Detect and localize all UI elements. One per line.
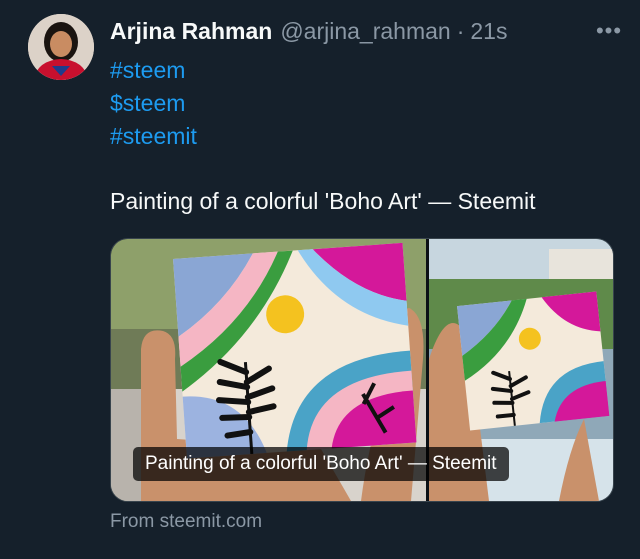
separator-dot: · — [456, 17, 465, 44]
card-caption: Painting of a colorful 'Boho Art' — Stee… — [133, 447, 509, 481]
tweet: Arjina Rahman @arjina_rahman · 21s ••• #… — [0, 0, 640, 559]
card-source-link[interactable]: From steemit.com — [110, 511, 262, 533]
hashtag-link[interactable]: #steemit — [110, 120, 197, 153]
avatar-image — [28, 14, 94, 80]
avatar[interactable] — [28, 14, 94, 80]
cashtag-link[interactable]: $steem — [110, 87, 197, 120]
link-card[interactable]: Painting of a colorful 'Boho Art' — Stee… — [110, 238, 614, 502]
more-horizontal-icon[interactable]: ••• — [592, 18, 626, 44]
author-handle[interactable]: @arjina_rahman — [280, 18, 450, 45]
tweet-text: Painting of a colorful 'Boho Art' — Stee… — [110, 188, 536, 214]
timestamp[interactable]: 21s — [470, 18, 507, 45]
tweet-header: Arjina Rahman @arjina_rahman · 21s — [110, 16, 620, 46]
author-name[interactable]: Arjina Rahman — [110, 18, 272, 45]
hashtag-link[interactable]: #steem — [110, 54, 197, 87]
hashtag-list: #steem $steem #steemit — [110, 54, 197, 153]
